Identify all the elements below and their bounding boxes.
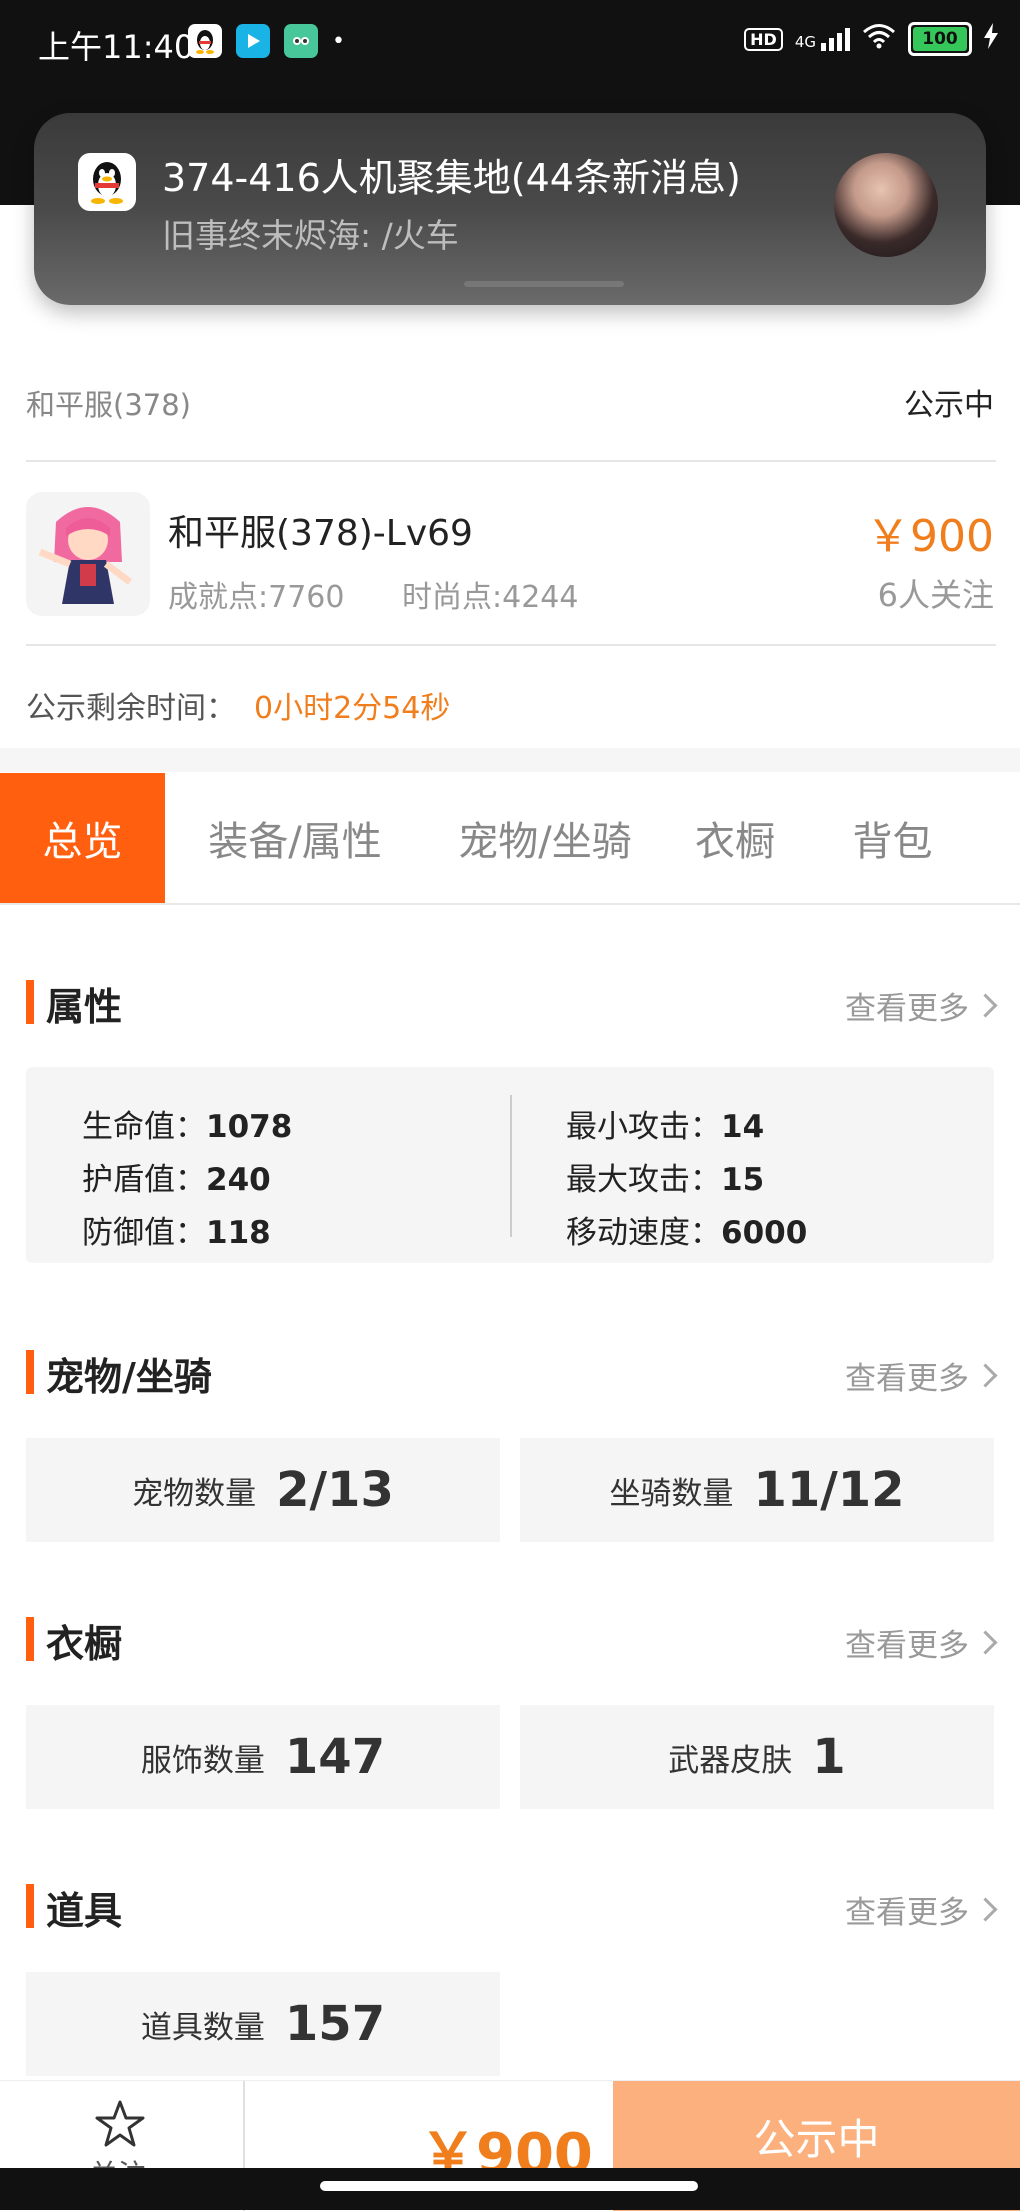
mount-count-card: 坐骑数量 11/12 bbox=[520, 1438, 994, 1542]
attribute-row: 防御值：118 bbox=[82, 1215, 271, 1251]
tab-overview[interactable]: 总览 bbox=[0, 773, 165, 903]
character-name: 和平服(378)-Lv69 bbox=[168, 513, 473, 554]
tab-pets[interactable]: 宠物/坐骑 bbox=[425, 773, 665, 903]
attribute-row: 护盾值：240 bbox=[82, 1162, 271, 1198]
wifi-icon bbox=[862, 23, 896, 55]
chevron-right-icon bbox=[973, 1897, 998, 1922]
battery-icon: 100 bbox=[908, 22, 972, 56]
tab-bag[interactable]: 背包 bbox=[805, 773, 980, 903]
wardrobe-more-link[interactable]: 查看更多 bbox=[845, 1620, 998, 1665]
countdown-value: 0小时2分54秒 bbox=[254, 691, 451, 726]
tab-wardrobe[interactable]: 衣橱 bbox=[665, 773, 805, 903]
listing-price: ￥900 bbox=[866, 511, 994, 562]
attribute-row: 最大攻击：15 bbox=[566, 1162, 765, 1198]
character-avatar bbox=[26, 492, 150, 616]
section-accent-bar bbox=[26, 1617, 34, 1661]
divider bbox=[26, 644, 996, 646]
section-accent-bar bbox=[26, 980, 34, 1024]
home-gesture-handle[interactable] bbox=[320, 2181, 698, 2191]
countdown-label: 公示剩余时间： bbox=[26, 691, 236, 726]
outfit-count-card: 服饰数量 147 bbox=[26, 1705, 500, 1809]
chevron-right-icon bbox=[973, 1363, 998, 1388]
section-gap bbox=[0, 748, 1020, 772]
attribute-row: 生命值：1078 bbox=[82, 1109, 293, 1145]
tab-equipment[interactable]: 装备/属性 bbox=[165, 773, 425, 903]
video-app-icon bbox=[236, 24, 270, 58]
section-accent-bar bbox=[26, 1884, 34, 1928]
star-icon bbox=[94, 2099, 146, 2153]
item-count-card: 道具数量 157 bbox=[26, 1972, 500, 2076]
attributes-divider bbox=[510, 1095, 512, 1237]
notification-message: 旧事终末烬海: /火车 bbox=[162, 216, 459, 255]
section-title-wardrobe: 衣橱 bbox=[46, 1622, 123, 1666]
attributes-right-column: 最小攻击：14 最大攻击：15 移动速度：6000 bbox=[566, 1101, 807, 1252]
notification-handle bbox=[464, 281, 624, 287]
hd-badge: HD bbox=[744, 27, 783, 51]
notification-title: 374-416人机聚集地(44条新消息) bbox=[162, 156, 741, 200]
attribute-row: 移动速度：6000 bbox=[566, 1215, 808, 1251]
weapon-skin-card: 武器皮肤 1 bbox=[520, 1705, 994, 1809]
tab-bar: 总览 装备/属性 宠物/坐骑 衣橱 背包 bbox=[0, 773, 1020, 905]
chevron-right-icon bbox=[973, 993, 998, 1018]
signal-icon: 4G bbox=[795, 27, 850, 51]
status-notification-icons: • bbox=[188, 24, 345, 58]
chevron-right-icon bbox=[973, 1630, 998, 1655]
section-title-items: 道具 bbox=[46, 1889, 123, 1933]
attributes-left-column: 生命值：1078 护盾值：240 防御值：118 bbox=[82, 1101, 292, 1252]
more-notifications-dot: • bbox=[332, 28, 345, 54]
items-more-link[interactable]: 查看更多 bbox=[845, 1887, 998, 1932]
achievement-points: 成就点:7760 bbox=[168, 580, 345, 615]
notification-banner[interactable]: 374-416人机聚集地(44条新消息) 旧事终末烬海: /火车 bbox=[34, 113, 986, 305]
section-accent-bar bbox=[26, 1350, 34, 1394]
divider bbox=[26, 460, 996, 462]
attributes-more-link[interactable]: 查看更多 bbox=[845, 983, 998, 1028]
attribute-row: 最小攻击：14 bbox=[566, 1109, 765, 1145]
pets-more-link[interactable]: 查看更多 bbox=[845, 1353, 998, 1398]
qq-app-icon bbox=[78, 153, 136, 211]
section-title-attributes: 属性 bbox=[46, 985, 123, 1029]
status-time: 上午11:40 bbox=[38, 28, 195, 66]
qq-penguin-icon bbox=[188, 24, 222, 58]
game-app-icon bbox=[284, 24, 318, 58]
fashion-points: 时尚点:4244 bbox=[402, 580, 579, 615]
server-name: 和平服(378) bbox=[26, 388, 191, 422]
status-right: HD 4G 100 bbox=[744, 22, 998, 56]
sender-avatar bbox=[834, 153, 938, 257]
pet-count-card: 宠物数量 2/13 bbox=[26, 1438, 500, 1542]
watcher-count: 6人关注 bbox=[877, 576, 994, 614]
section-title-pets: 宠物/坐骑 bbox=[46, 1355, 212, 1399]
listing-status: 公示中 bbox=[904, 388, 994, 423]
charging-icon bbox=[984, 23, 998, 55]
